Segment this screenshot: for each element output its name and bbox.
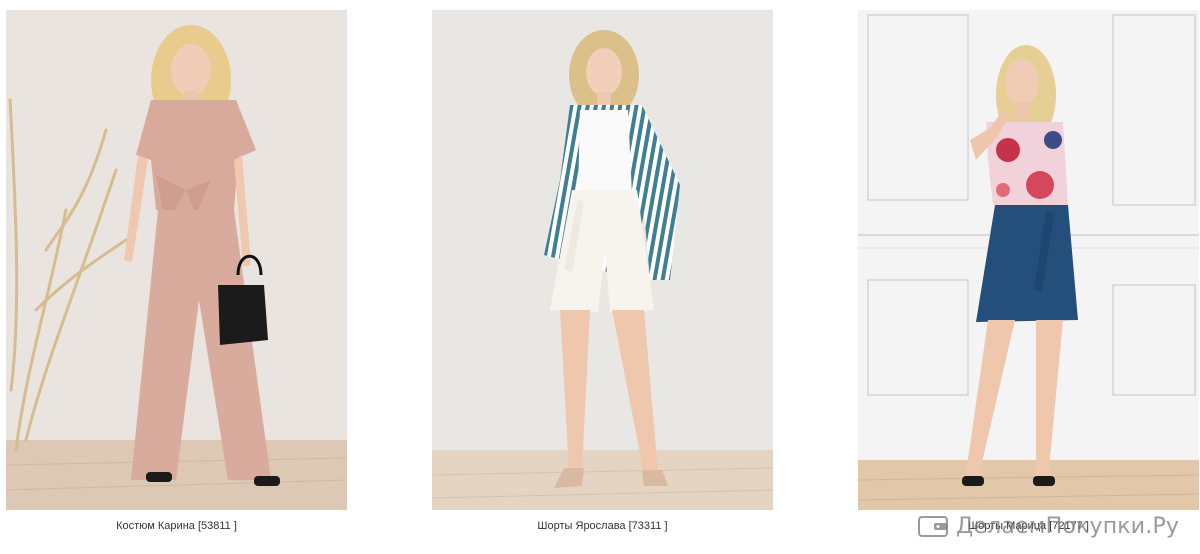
product-caption-yaroslava[interactable]: Шорты Ярослава [73311 ] xyxy=(432,520,773,532)
product-photo-maritsa[interactable] xyxy=(858,10,1199,510)
product-card-karina[interactable] xyxy=(6,10,347,510)
product-card-yaroslava[interactable] xyxy=(432,10,773,510)
product-photo-karina[interactable] xyxy=(6,10,347,510)
product-caption-maritsa[interactable]: Шорты Марица [72177 ] xyxy=(858,520,1199,532)
karina-photo-illustration xyxy=(6,10,347,510)
product-photo-yaroslava[interactable] xyxy=(432,10,773,510)
maritsa-photo-illustration xyxy=(858,10,1199,510)
yaroslava-photo-illustration xyxy=(432,10,773,510)
product-card-maritsa[interactable] xyxy=(858,10,1199,510)
product-caption-karina[interactable]: Костюм Карина [53811 ] xyxy=(6,520,347,532)
